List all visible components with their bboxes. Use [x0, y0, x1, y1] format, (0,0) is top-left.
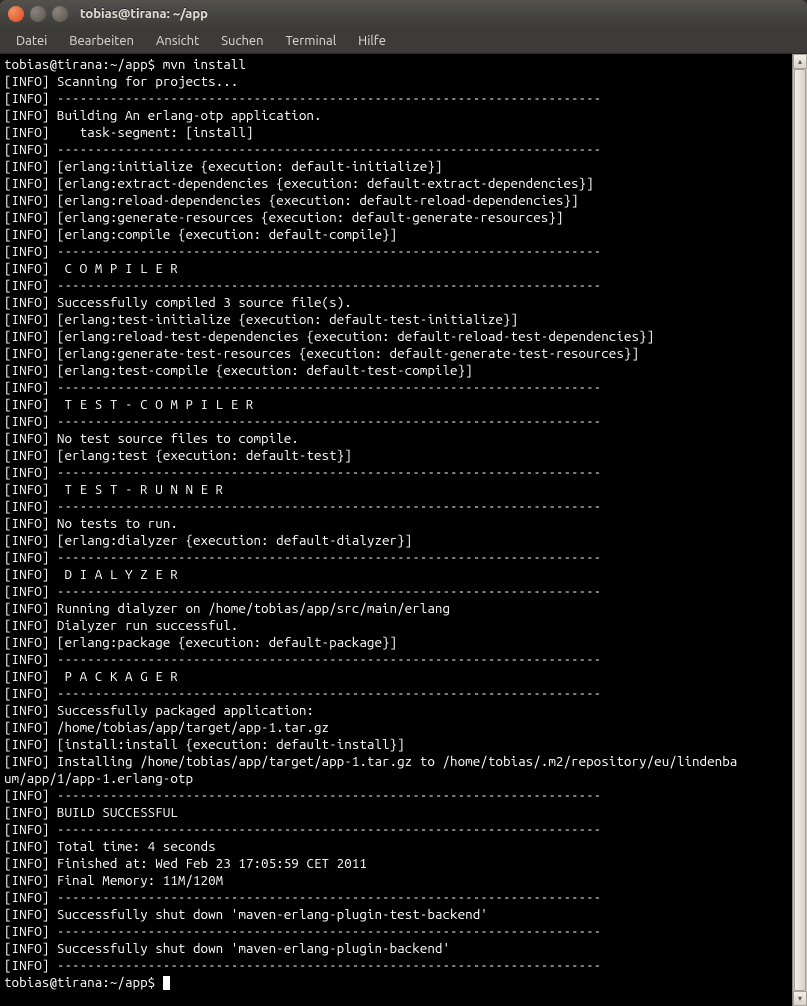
- menu-suchen[interactable]: Suchen: [211, 31, 273, 51]
- scroll-up-icon[interactable]: ▴: [793, 54, 807, 69]
- minimize-icon[interactable]: [30, 6, 46, 22]
- scrollbar[interactable]: ▴ ▾: [792, 54, 807, 1006]
- terminal-area: tobias@tirana:~/app$ mvn install [INFO] …: [0, 54, 807, 1006]
- cursor: [163, 976, 170, 990]
- menu-terminal[interactable]: Terminal: [276, 31, 347, 51]
- terminal-window: tobias@tirana: ~/app Datei Bearbeiten An…: [0, 0, 807, 1006]
- menubar: Datei Bearbeiten Ansicht Suchen Terminal…: [0, 28, 807, 54]
- menu-datei[interactable]: Datei: [6, 31, 57, 51]
- menu-bearbeiten[interactable]: Bearbeiten: [59, 31, 144, 51]
- window-buttons: [8, 6, 68, 22]
- scrollbar-track[interactable]: [793, 69, 807, 991]
- close-icon[interactable]: [8, 6, 24, 22]
- scroll-down-icon[interactable]: ▾: [793, 991, 807, 1006]
- menu-hilfe[interactable]: Hilfe: [348, 31, 396, 51]
- scrollbar-thumb[interactable]: [794, 69, 806, 991]
- titlebar[interactable]: tobias@tirana: ~/app: [0, 0, 807, 28]
- terminal-output[interactable]: tobias@tirana:~/app$ mvn install [INFO] …: [0, 54, 792, 1006]
- menu-ansicht[interactable]: Ansicht: [146, 31, 209, 51]
- window-title: tobias@tirana: ~/app: [80, 7, 208, 21]
- maximize-icon[interactable]: [52, 6, 68, 22]
